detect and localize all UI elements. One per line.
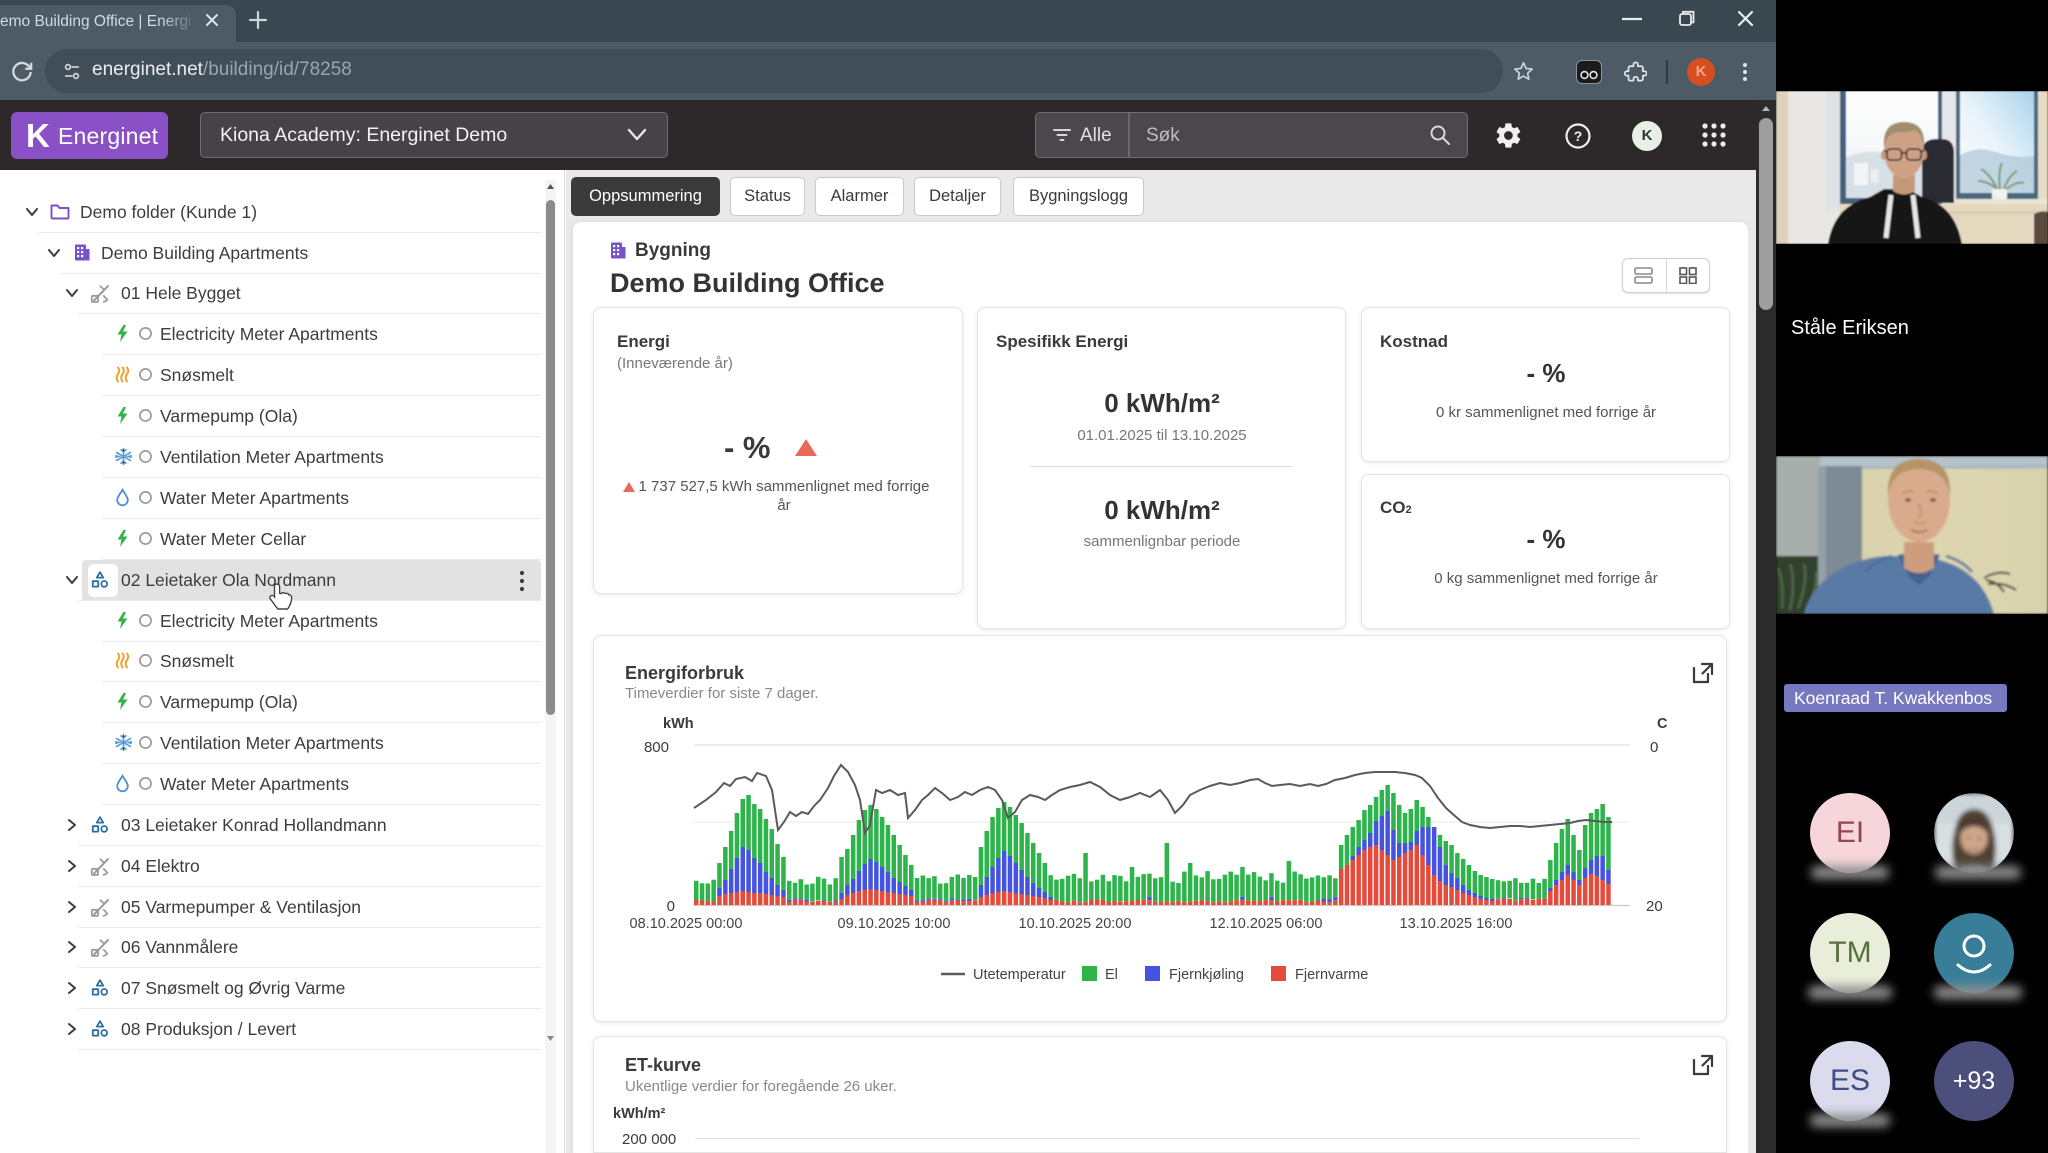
svg-text:Fjernkjøling: Fjernkjøling [1169, 967, 1244, 983]
svg-text:800: 800 [644, 739, 669, 756]
svg-text:12.10.2025 06:00: 12.10.2025 06:00 [1210, 916, 1323, 932]
svg-text:0: 0 [1650, 739, 1658, 756]
svg-text:Fjernvarme: Fjernvarme [1295, 967, 1368, 983]
svg-text:08.10.2025 00:00: 08.10.2025 00:00 [630, 916, 743, 932]
svg-text:Utetemperatur: Utetemperatur [973, 967, 1066, 983]
svg-text:kWh: kWh [663, 716, 694, 732]
svg-text:10.10.2025 20:00: 10.10.2025 20:00 [1019, 916, 1132, 932]
svg-text:C: C [1657, 716, 1668, 732]
svg-text:0: 0 [667, 898, 675, 915]
svg-text:20: 20 [1646, 898, 1663, 915]
svg-text:El: El [1105, 967, 1118, 983]
svg-text:13.10.2025 16:00: 13.10.2025 16:00 [1400, 916, 1513, 932]
svg-text:09.10.2025 10:00: 09.10.2025 10:00 [838, 916, 951, 932]
svg-text:?: ? [1574, 128, 1583, 144]
